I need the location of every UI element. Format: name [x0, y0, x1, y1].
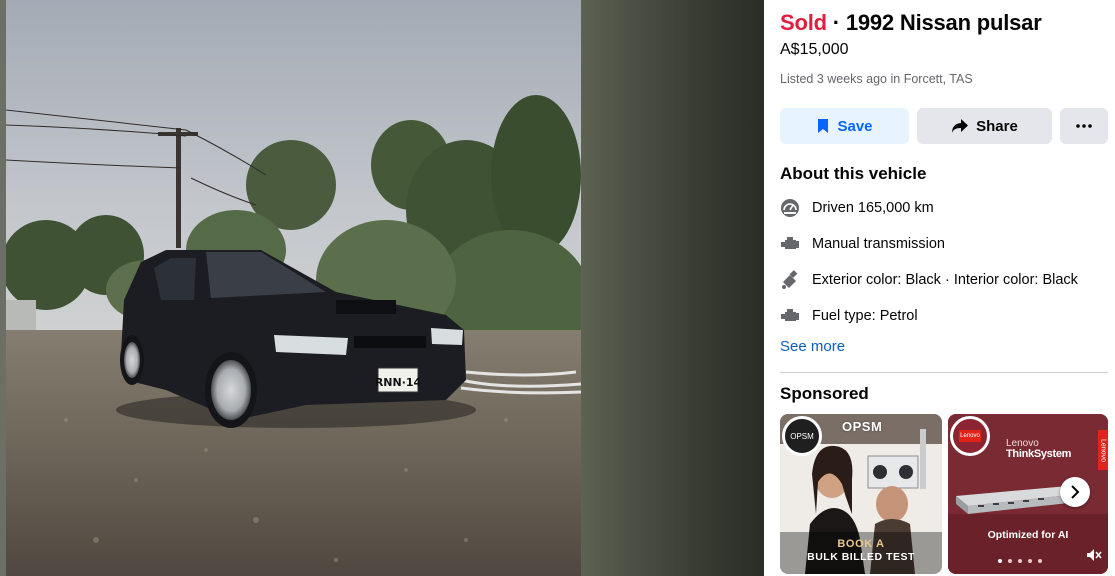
sponsored-ad-lenovo[interactable]: Lenovo Lenovo ThinkSystem Lenovo Optimize…	[948, 414, 1108, 574]
lenovo-logo: Lenovo	[950, 416, 990, 456]
listing-price: A$15,000	[780, 41, 849, 58]
carousel-dot[interactable]	[1008, 559, 1012, 563]
spec-color-text: Exterior color: Black · Interior color: …	[812, 272, 1078, 288]
sponsored-heading: Sponsored	[780, 384, 869, 403]
paint-icon	[780, 270, 800, 290]
save-label: Save	[837, 117, 873, 135]
spec-fuel: Fuel type: Petrol	[780, 304, 918, 328]
spec-mileage-text: Driven 165,000 km	[812, 200, 934, 216]
engine-icon	[780, 234, 800, 254]
listing-meta: Listed 3 weeks ago in Forcett, TAS	[780, 72, 973, 86]
spec-transmission-text: Manual transmission	[812, 236, 945, 252]
see-more-link[interactable]: See more	[780, 338, 845, 355]
carousel-dot[interactable]	[1018, 559, 1022, 563]
lenovo-vendor-tag: Lenovo	[1098, 430, 1108, 470]
listing-photo: RNN·14	[6, 0, 581, 576]
carousel-dots	[998, 559, 1042, 563]
spec-mileage: Driven 165,000 km	[780, 196, 934, 220]
sponsored-ad-opsm[interactable]: OPSM OPSM BOOK A BULK BILLED TEST	[780, 414, 942, 574]
ad-lenovo-brand-line2: ThinkSystem	[1006, 448, 1072, 460]
more-options-button[interactable]	[1060, 108, 1108, 144]
speedometer-icon	[780, 198, 800, 218]
save-button[interactable]: Save	[780, 108, 909, 144]
carousel-next-button[interactable]	[1060, 477, 1090, 507]
ad-opsm-cta-line2: BULK BILLED TEST	[807, 551, 915, 563]
spec-fuel-text: Fuel type: Petrol	[812, 308, 918, 324]
carousel-dot[interactable]	[1028, 559, 1032, 563]
sold-status: Sold	[780, 10, 827, 35]
ad-lenovo-caption: Optimized for AI	[987, 529, 1069, 541]
share-button[interactable]: Share	[917, 108, 1052, 144]
chevron-right-icon	[1071, 485, 1080, 499]
spec-transmission: Manual transmission	[780, 232, 945, 256]
share-arrow-icon	[952, 119, 969, 133]
volume-muted-icon[interactable]	[1086, 547, 1102, 563]
share-label: Share	[976, 117, 1018, 135]
section-divider	[780, 372, 1108, 373]
license-plate-text: RNN·14	[375, 376, 422, 389]
about-vehicle-heading: About this vehicle	[780, 164, 927, 183]
photo-viewer[interactable]: RNN·14	[0, 0, 764, 576]
listing-title: Sold · 1992 Nissan pulsar	[780, 10, 1042, 36]
opsm-logo: OPSM	[782, 416, 822, 456]
lenovo-logo-text: Lenovo	[959, 430, 981, 442]
listing-info-panel: Sold · 1992 Nissan pulsar A$15,000 Liste…	[764, 0, 1115, 576]
carousel-dot[interactable]	[1038, 559, 1042, 563]
title-separator: ·	[826, 10, 846, 35]
fuel-engine-icon	[780, 306, 800, 326]
more-dots-icon	[1076, 124, 1092, 128]
ad-lenovo-brand: Lenovo ThinkSystem	[1006, 438, 1071, 460]
carousel-dot[interactable]	[998, 559, 1002, 563]
photo-blur-background	[581, 0, 764, 576]
bookmark-icon	[818, 119, 829, 133]
ad-opsm-brand: OPSM	[842, 419, 883, 434]
listing-title-text: 1992 Nissan pulsar	[845, 10, 1042, 35]
ad-opsm-cta-line1: BOOK A	[837, 538, 885, 550]
spec-color: Exterior color: Black · Interior color: …	[780, 268, 1078, 292]
